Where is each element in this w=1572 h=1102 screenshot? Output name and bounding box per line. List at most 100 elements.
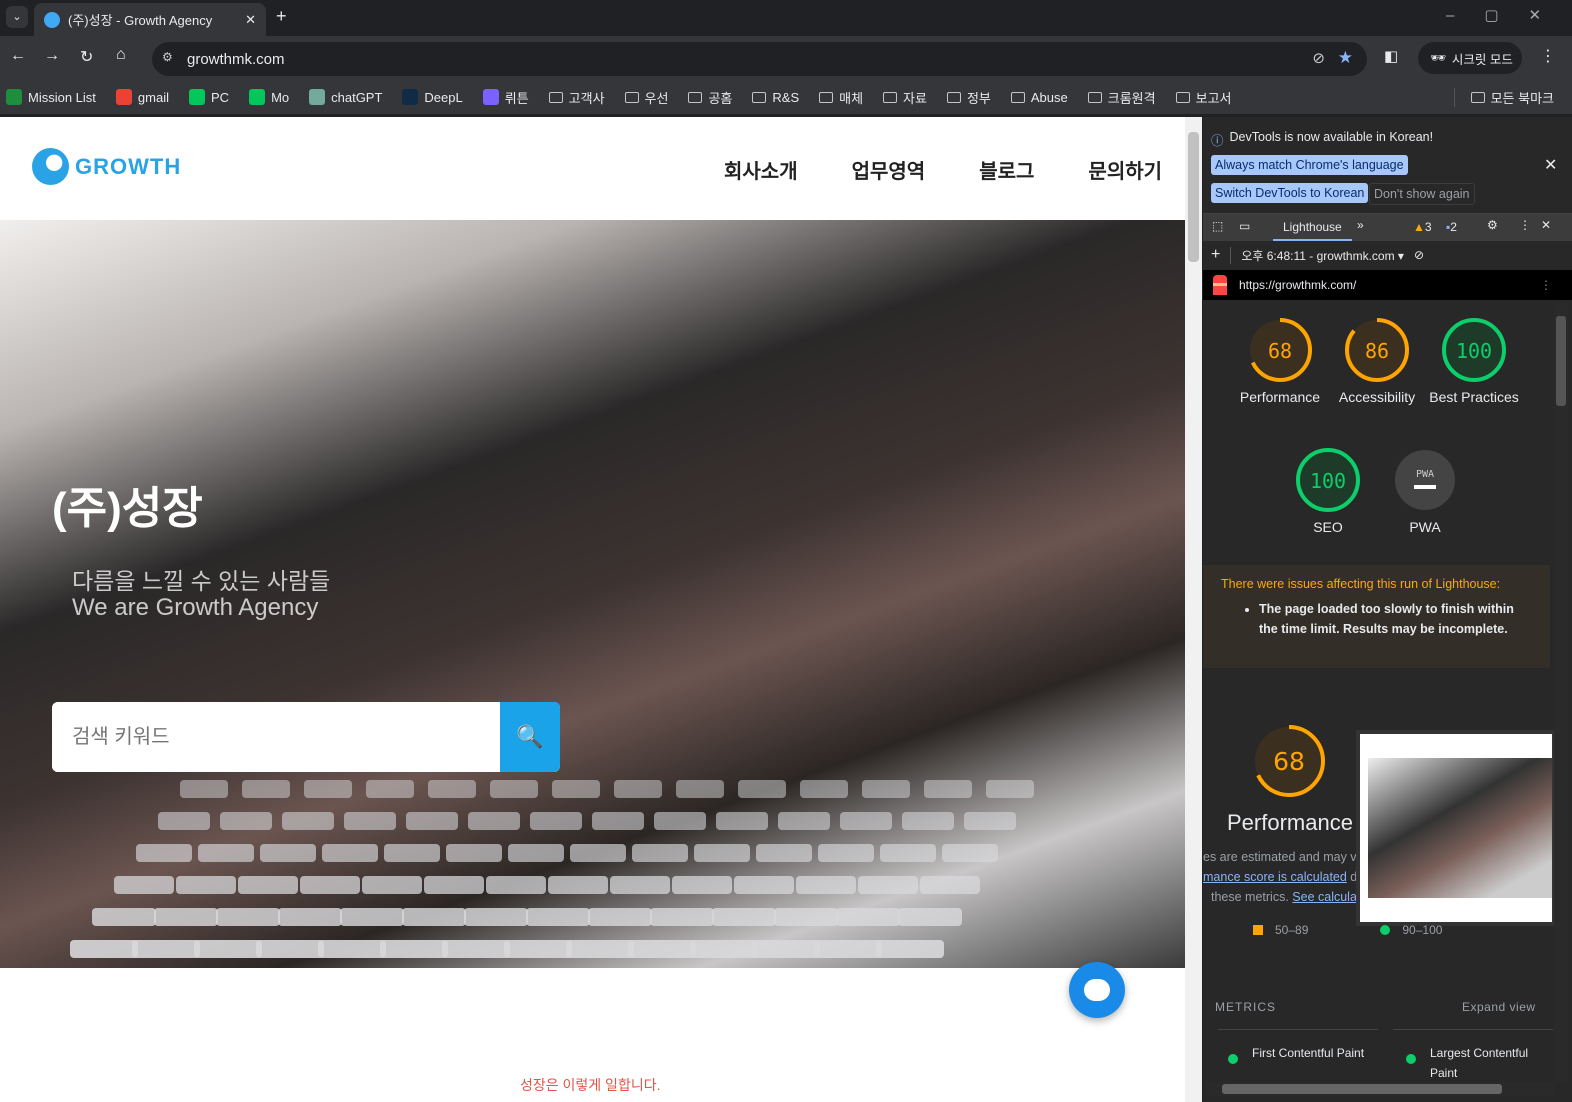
bookmark-item[interactable]: 고객사	[548, 88, 605, 107]
bookmark-item[interactable]: 뤼튼	[482, 88, 529, 107]
chat-button[interactable]	[1069, 962, 1125, 1018]
report-toolbar: + 오후 6:48:11 - growthmk.com ▾ ⊘	[1203, 242, 1572, 268]
key-shape	[632, 844, 688, 862]
devtools-scrollbar[interactable]	[1554, 302, 1568, 1082]
score-ring: 86	[1345, 318, 1409, 382]
key-shape	[548, 876, 608, 894]
close-notice-icon[interactable]: ✕	[1544, 155, 1557, 175]
key-shape	[654, 812, 706, 830]
key-shape	[628, 940, 696, 958]
bookmark-item[interactable]: Mission List	[6, 88, 96, 107]
menu-icon[interactable]: ⋮	[1540, 46, 1556, 66]
hero-title: (주)성장	[52, 484, 203, 533]
bookmark-star-icon[interactable]: ★	[1338, 48, 1353, 68]
inspect-icon[interactable]: ⬚	[1212, 219, 1223, 233]
bookmark-item[interactable]: 우선	[624, 88, 668, 107]
key-shape	[340, 908, 404, 926]
eye-off-icon[interactable]: ⊘	[1312, 49, 1325, 67]
bookmark-favicon-icon	[482, 89, 499, 105]
bookmark-item[interactable]: R&S	[752, 88, 799, 107]
clear-icon[interactable]: ⊘	[1414, 248, 1424, 262]
nav-about[interactable]: 회사소개	[724, 155, 798, 184]
incognito-badge[interactable]: 🕶 시크릿 모드	[1418, 42, 1522, 74]
bookmark-item[interactable]: chatGPT	[309, 88, 382, 107]
bookmark-item[interactable]: 보고서	[1175, 88, 1232, 107]
incognito-label: 시크릿 모드	[1451, 52, 1513, 67]
all-bookmarks-label: 모든 북마크	[1490, 90, 1554, 106]
tab-search-button[interactable]: ⌄	[6, 6, 28, 28]
key-shape	[238, 876, 298, 894]
page-screenshot-thumbnail[interactable]	[1356, 730, 1556, 926]
match-language-button[interactable]: Always match Chrome's language	[1211, 155, 1408, 175]
key-shape	[588, 908, 652, 926]
key-shape	[114, 876, 174, 894]
forward-icon[interactable]: →	[44, 47, 60, 65]
tab-lighthouse[interactable]: Lighthouse	[1273, 220, 1352, 241]
devtools-menu-icon[interactable]: ⋮	[1519, 218, 1531, 232]
score-calc-link[interactable]: mance score is calculated	[1203, 870, 1347, 884]
side-panel-icon[interactable]: ◧	[1384, 47, 1398, 65]
address-bar[interactable]: ⚙ growthmk.com ⊘ ★	[152, 42, 1367, 76]
key-shape	[176, 876, 236, 894]
key-shape	[942, 844, 998, 862]
bookmark-item[interactable]: 정부	[946, 88, 991, 107]
close-tab-icon[interactable]: ✕	[245, 12, 256, 28]
key-shape	[464, 908, 528, 926]
back-icon[interactable]: ←	[10, 47, 26, 65]
bookmark-item[interactable]: 크롬원격	[1087, 88, 1156, 107]
bookmark-item[interactable]: Abuse	[1010, 88, 1068, 107]
bookmark-label: Mission List	[28, 89, 96, 105]
warning-icon: ▲	[1413, 220, 1425, 234]
score-gauge-performance[interactable]: 68 Performance	[1235, 317, 1325, 405]
pass-dot-icon	[1228, 1054, 1238, 1064]
bookmark-label: gmail	[137, 89, 169, 105]
site-logo[interactable]: GROWTH	[32, 148, 181, 185]
tab-active[interactable]: (주)성장 - Growth Agency ✕	[34, 3, 266, 36]
new-tab-button[interactable]: +	[276, 6, 287, 27]
expand-view-toggle[interactable]: Expand view	[1462, 1000, 1536, 1014]
home-icon[interactable]: ⌂	[116, 46, 126, 64]
dont-show-button[interactable]: Don't show again	[1369, 183, 1475, 205]
score-gauge-seo[interactable]: 100 SEO	[1283, 447, 1373, 535]
score-ring: 100	[1296, 448, 1360, 512]
report-select[interactable]: 오후 6:48:11 - growthmk.com ▾	[1230, 246, 1404, 264]
nav-contact[interactable]: 문의하기	[1088, 155, 1162, 184]
all-bookmarks[interactable]: 모든 북마크	[1453, 87, 1554, 107]
new-report-icon[interactable]: +	[1211, 246, 1220, 264]
bookmark-label: 자료	[903, 90, 927, 106]
page-scrollbar[interactable]	[1185, 117, 1202, 1102]
report-menu-icon[interactable]: ⋮	[1540, 278, 1552, 292]
bookmark-item[interactable]: PC	[189, 88, 229, 107]
nav-services[interactable]: 업무영역	[852, 155, 926, 184]
scrollbar-thumb[interactable]	[1188, 132, 1199, 262]
bookmark-item[interactable]: 매체	[819, 88, 863, 107]
reload-icon[interactable]: ↻	[80, 47, 93, 67]
bookmark-item[interactable]: Mo	[249, 88, 289, 107]
bookmark-item[interactable]: 공홈	[688, 88, 732, 107]
key-shape	[676, 780, 724, 798]
score-gauge-accessibility[interactable]: 86 Accessibility	[1332, 317, 1422, 405]
calculator-link[interactable]: See calculato	[1292, 890, 1359, 904]
score-ring: PWA	[1395, 450, 1455, 510]
bookmark-item[interactable]: 자료	[883, 88, 927, 107]
close-devtools-icon[interactable]: ✕	[1541, 218, 1551, 232]
bookmark-item[interactable]: gmail	[115, 88, 169, 107]
search-input[interactable]	[52, 702, 500, 772]
device-toggle-icon[interactable]: ▭	[1239, 219, 1250, 233]
site-info-icon[interactable]: ⚙	[162, 50, 173, 64]
tab-strip: ⌄ (주)성장 - Growth Agency ✕ + –▢✕	[0, 0, 1572, 36]
key-shape	[614, 780, 662, 798]
settings-icon[interactable]: ⚙	[1487, 218, 1498, 232]
window-controls[interactable]: –▢✕	[1446, 6, 1571, 24]
key-shape	[70, 940, 138, 958]
score-gauge-best-practices[interactable]: 100 Best Practices	[1429, 317, 1519, 405]
score-gauge-pwa[interactable]: PWA PWA	[1380, 447, 1470, 535]
search-button[interactable]: 🔍	[500, 702, 560, 772]
nav-blog[interactable]: 블로그	[979, 155, 1034, 184]
devtools-hscrollbar[interactable]	[1206, 1082, 1554, 1096]
warnings-badge[interactable]: ▲3	[1413, 220, 1432, 234]
switch-korean-button[interactable]: Switch DevTools to Korean	[1211, 183, 1369, 203]
bookmark-item[interactable]: DeepL	[402, 88, 463, 107]
messages-badge[interactable]: ▪2	[1446, 220, 1457, 234]
more-tabs-icon[interactable]: »	[1357, 218, 1364, 232]
